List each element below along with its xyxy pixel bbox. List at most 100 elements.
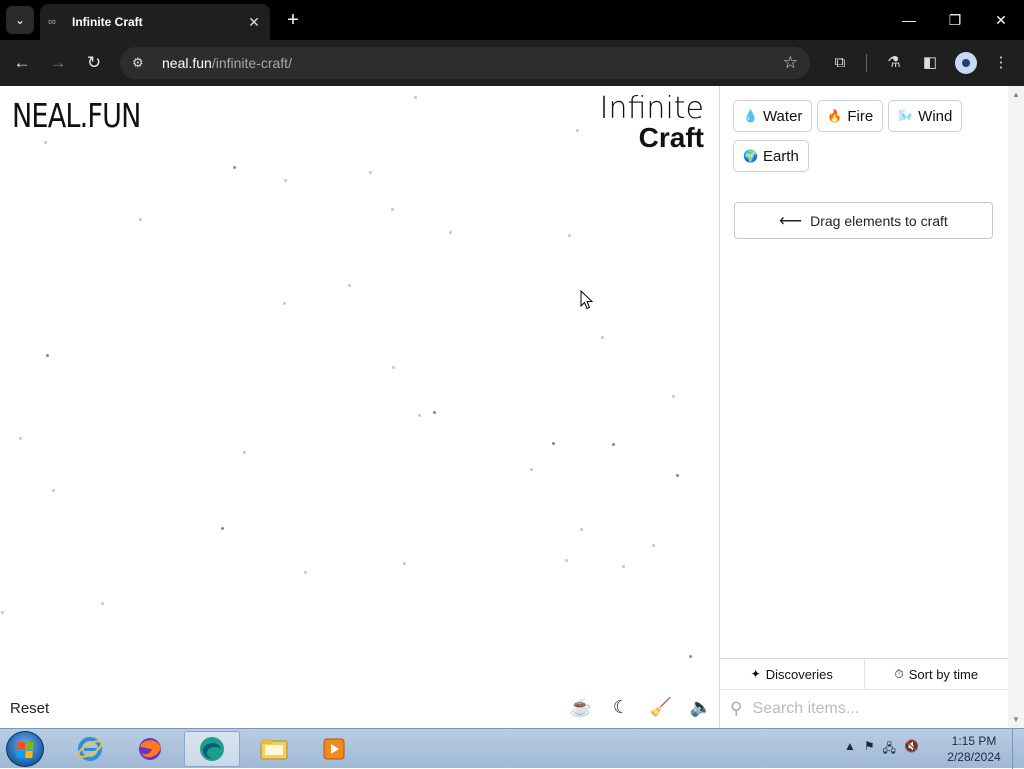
drag-hint-box: ⟵ Drag elements to craft: [734, 202, 993, 239]
taskbar-firefox[interactable]: [122, 731, 178, 767]
canvas-tools: ☕ ☾ 🧹 🔈: [568, 694, 714, 720]
search-input[interactable]: [752, 700, 983, 718]
new-tab-button[interactable]: +: [282, 8, 304, 32]
mouse-pointer-icon: [580, 290, 594, 310]
close-tab-icon[interactable]: ✕: [246, 14, 262, 31]
particle-dot: [233, 166, 236, 169]
windows-logo-icon: [16, 742, 34, 758]
back-button[interactable]: ←: [9, 50, 35, 76]
url-host: neal.fun: [162, 55, 212, 71]
particle-dot: [243, 451, 246, 454]
tab-title: Infinite Craft: [72, 15, 143, 29]
particle-dot: [46, 354, 49, 357]
site-info-icon[interactable]: ⚙: [132, 55, 150, 71]
item-label: Fire: [847, 107, 874, 125]
particle-dot: [304, 571, 307, 574]
start-button[interactable]: [6, 731, 44, 767]
particle-dot: [283, 302, 286, 305]
item-wind[interactable]: 🌬️ Wind: [888, 100, 963, 132]
items-list: 💧 Water 🔥 Fire 🌬️ Wind 🌍 Earth: [733, 100, 1003, 180]
item-water[interactable]: 💧 Water: [733, 100, 813, 132]
particle-dot: [580, 528, 583, 531]
clock-icon: ⏱: [894, 666, 904, 681]
discoveries-tab[interactable]: ✦ Discoveries: [720, 659, 864, 689]
toolbar-separator: [866, 54, 867, 72]
restore-button[interactable]: ❐: [940, 8, 970, 32]
close-window-button[interactable]: ✕: [986, 8, 1016, 32]
particle-dot: [392, 366, 395, 369]
taskbar-file-explorer[interactable]: [246, 731, 302, 767]
particle-dot: [622, 565, 625, 568]
discoveries-label: Discoveries: [765, 666, 833, 682]
logo-line-1: Infinite: [599, 91, 704, 126]
particle-dot: [689, 655, 692, 658]
windows-taskbar: ▲ ⚑ 🖧 🔇 1:15 PM 2/28/2024: [0, 728, 1024, 769]
system-tray: ▲ ⚑ 🖧 🔇: [844, 739, 919, 760]
browser-tab-bar: ⌄ ∞ Infinite Craft ✕ + — ❐ ✕: [0, 0, 1024, 40]
sound-speaker-icon[interactable]: 🔈: [688, 694, 714, 720]
particle-dot: [19, 437, 22, 440]
particle-dot: [418, 414, 421, 417]
url-path: /infinite-craft/: [211, 55, 292, 71]
sparkles-icon: ✦: [750, 667, 761, 681]
taskbar-clock[interactable]: 1:15 PM 2/28/2024: [944, 733, 1004, 765]
scroll-up-icon[interactable]: ▲: [1012, 90, 1020, 99]
folder-icon: [260, 739, 288, 760]
arrow-left-icon: ←: [13, 53, 31, 72]
item-label: Earth: [762, 147, 799, 165]
labs-flask-icon[interactable]: ⚗: [882, 51, 906, 75]
clock-date: 2/28/2024: [947, 750, 1001, 764]
edge-browser-icon: [200, 737, 224, 761]
show-hidden-icons-icon[interactable]: ▲: [844, 739, 856, 760]
particle-dot: [552, 442, 555, 445]
particle-dot: [612, 443, 615, 446]
particle-dot: [672, 395, 675, 398]
earth-globe-icon: 🌍: [743, 149, 758, 163]
item-fire[interactable]: 🔥 Fire: [817, 100, 884, 132]
particle-dot: [676, 474, 679, 477]
item-earth[interactable]: 🌍 Earth: [733, 140, 809, 172]
particle-dot: [576, 129, 579, 132]
tab-search-button[interactable]: ⌄: [6, 6, 34, 34]
taskbar-browser-active[interactable]: [184, 731, 240, 767]
particle-dot: [449, 231, 452, 234]
menu-kebab-icon[interactable]: ⋮: [989, 51, 1013, 75]
craft-canvas[interactable]: NEAL.FUN Infinite Craft Reset ☕ ☾ 🧹 🔈: [0, 86, 720, 728]
neal-fun-brand[interactable]: NEAL.FUN: [12, 96, 141, 135]
drag-hint-text: Drag elements to craft: [810, 212, 948, 229]
sidebar-tabs: ✦ Discoveries ⏱ Sort by time: [720, 659, 1008, 690]
reload-button[interactable]: ↻: [81, 50, 107, 76]
bookmark-star-icon[interactable]: ☆: [783, 53, 798, 73]
taskbar-media-player[interactable]: [306, 731, 362, 767]
profile-avatar[interactable]: [955, 52, 977, 74]
page-scrollbar[interactable]: ▲ ▼: [1008, 86, 1024, 728]
forward-button[interactable]: →: [45, 50, 71, 76]
sort-label: Sort by time: [908, 666, 979, 682]
search-bar: ⚲: [720, 690, 1008, 728]
address-bar[interactable]: ⚙ neal.fun /infinite-craft/ ☆: [120, 47, 810, 79]
items-sidebar: 💧 Water 🔥 Fire 🌬️ Wind 🌍 Earth ⟵ Drag el…: [720, 86, 1008, 728]
scroll-down-icon[interactable]: ▼: [1012, 715, 1020, 724]
particle-dot: [348, 284, 351, 287]
reset-button[interactable]: Reset: [10, 700, 49, 717]
network-icon[interactable]: 🖧: [883, 739, 896, 760]
particle-dot: [652, 544, 655, 547]
particle-dot: [530, 468, 533, 471]
side-panel-icon[interactable]: ◧: [918, 51, 942, 75]
show-desktop-button[interactable]: [1012, 729, 1024, 769]
reload-icon: ↻: [86, 53, 102, 72]
minimize-button[interactable]: —: [894, 8, 924, 32]
volume-muted-icon[interactable]: 🔇: [904, 739, 919, 760]
particle-dot: [601, 336, 604, 339]
taskbar-internet-explorer[interactable]: [62, 731, 118, 767]
coffee-cup-icon[interactable]: ☕: [568, 694, 594, 720]
clear-broom-icon[interactable]: 🧹: [648, 694, 674, 720]
sort-by-time-tab[interactable]: ⏱ Sort by time: [863, 659, 1009, 689]
dark-mode-moon-icon[interactable]: ☾: [608, 694, 634, 720]
particle-dot: [433, 411, 436, 414]
action-center-flag-icon[interactable]: ⚑: [864, 739, 875, 760]
water-drop-icon: 💧: [743, 109, 758, 123]
particle-dot: [565, 559, 568, 562]
extensions-icon[interactable]: ⧉: [828, 51, 852, 75]
tab-infinite-craft[interactable]: ∞ Infinite Craft ✕: [40, 4, 270, 40]
